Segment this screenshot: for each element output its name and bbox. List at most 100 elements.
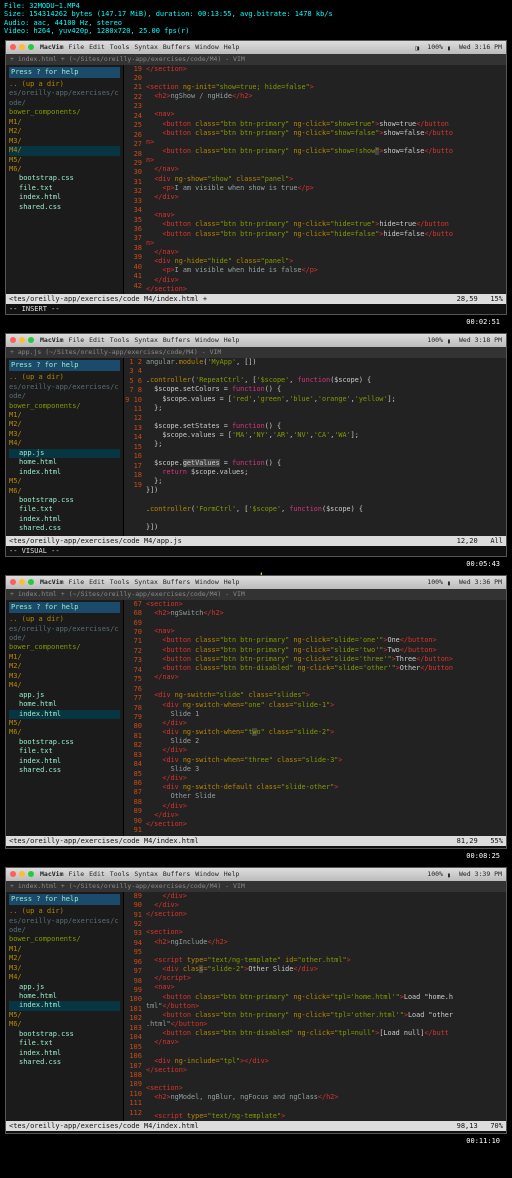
menu-file[interactable]: File [68,336,84,344]
app-menu[interactable]: MacVim File Edit Tools Syntax Buffers Wi… [40,43,239,51]
tree-dir[interactable]: M3/ [9,430,120,439]
app-menu[interactable]: MacVim File Edit Tools Syntax Buffers Wi… [40,870,239,878]
menu-file[interactable]: File [68,578,84,586]
tree-dir[interactable]: M5/ [9,156,120,165]
tree-dir[interactable]: M6/ [9,728,120,737]
tree-file[interactable]: app.js [9,449,120,458]
editor-2[interactable]: angular.module('MyApp', []) .controller(… [146,358,506,536]
tree-dir[interactable]: M5/ [9,1011,120,1020]
app-menu[interactable]: MacVim File Edit Tools Syntax Buffers Wi… [40,336,239,344]
menu-window[interactable]: Window [195,870,218,878]
parent-dir[interactable]: .. (up a dir) [9,373,120,382]
tree-file[interactable]: file.txt [9,505,120,514]
tree-dir[interactable]: M3/ [9,137,120,146]
tree-dir[interactable]: bower_components/ [9,935,120,944]
menu-tools[interactable]: Tools [110,870,130,878]
tree-file[interactable]: home.html [9,458,120,467]
tree-file[interactable]: shared.css [9,1058,120,1067]
vim-tab[interactable]: + index.html + (~/Sites/oreilly-app/exer… [6,589,506,600]
max-icon[interactable] [28,871,34,877]
tree-file[interactable]: index.html [9,468,120,477]
menu-edit[interactable]: Edit [89,43,105,51]
menu-buffers[interactable]: Buffers [163,43,190,51]
tree-dir[interactable]: M5/ [9,719,120,728]
tree-file[interactable]: bootstrap.css [9,738,120,747]
editor-3[interactable]: <section> <h2>ngSwitch</h2> <nav> <butto… [146,600,506,836]
menu-help[interactable]: Help [224,336,240,344]
max-icon[interactable] [28,44,34,50]
tree-dir[interactable]: M3/ [9,964,120,973]
close-icon[interactable] [10,44,16,50]
nerdtree[interactable]: Press ? for help .. (up a dir) es/oreill… [6,358,124,536]
tree-dir[interactable]: M2/ [9,954,120,963]
max-icon[interactable] [28,579,34,585]
parent-dir[interactable]: .. (up a dir) [9,615,120,624]
menu-buffers[interactable]: Buffers [163,870,190,878]
tree-dir[interactable]: M1/ [9,945,120,954]
tree-file[interactable]: file.txt [9,1039,120,1048]
tree-dir[interactable]: bower_components/ [9,402,120,411]
min-icon[interactable] [19,579,25,585]
tree-file[interactable]: shared.css [9,766,120,775]
tree-file[interactable]: bootstrap.css [9,174,120,183]
tree-dir[interactable]: bower_components/ [9,108,120,117]
tree-file[interactable]: index.html [9,757,120,766]
parent-dir[interactable]: .. (up a dir) [9,80,120,89]
close-icon[interactable] [10,871,16,877]
tree-dir[interactable]: M1/ [9,411,120,420]
menu-file[interactable]: File [68,43,84,51]
min-icon[interactable] [19,44,25,50]
menu-help[interactable]: Help [224,43,240,51]
menu-syntax[interactable]: Syntax [134,43,157,51]
tree-file[interactable]: shared.css [9,203,120,212]
menu-window[interactable]: Window [195,578,218,586]
nerdtree[interactable]: Press ? for help .. (up a dir) es/oreill… [6,892,124,1121]
tree-dir[interactable]: M1/ [9,118,120,127]
tree-file[interactable]: index.html [9,1001,120,1010]
menu-edit[interactable]: Edit [89,870,105,878]
tree-file[interactable]: shared.css [9,524,120,533]
parent-dir[interactable]: .. (up a dir) [9,907,120,916]
tree-dir-active[interactable]: M4/ [9,973,120,982]
nerdtree[interactable]: Press ? for help .. (up a dir) es/oreill… [6,65,124,294]
tree-dir[interactable]: M1/ [9,653,120,662]
vim-tab[interactable]: + index.html + (~/Sites/oreilly-app/exer… [6,54,506,65]
tree-file[interactable]: app.js [9,691,120,700]
menu-tools[interactable]: Tools [110,578,130,586]
menu-buffers[interactable]: Buffers [163,336,190,344]
tree-file[interactable]: index.html [9,193,120,202]
menu-window[interactable]: Window [195,43,218,51]
app-menu[interactable]: MacVim File Edit Tools Syntax Buffers Wi… [40,578,239,586]
tree-dir-active[interactable]: M4/ [9,146,120,155]
menu-window[interactable]: Window [195,336,218,344]
tree-dir[interactable]: M6/ [9,165,120,174]
tree-file[interactable]: bootstrap.css [9,1030,120,1039]
menu-syntax[interactable]: Syntax [134,578,157,586]
menu-syntax[interactable]: Syntax [134,336,157,344]
menu-tools[interactable]: Tools [110,336,130,344]
close-icon[interactable] [10,579,16,585]
tree-file[interactable]: file.txt [9,184,120,193]
menu-edit[interactable]: Edit [89,336,105,344]
vim-tab[interactable]: + index.html + (~/Sites/oreilly-app/exer… [6,881,506,892]
editor-4[interactable]: </div> </div> </section> <section> <h2>n… [146,892,506,1121]
menu-syntax[interactable]: Syntax [134,870,157,878]
editor-1[interactable]: </section> <section ng-init="show=true; … [146,65,506,294]
min-icon[interactable] [19,337,25,343]
max-icon[interactable] [28,337,34,343]
close-icon[interactable] [10,337,16,343]
tree-dir[interactable]: M3/ [9,672,120,681]
tree-dir[interactable]: M2/ [9,127,120,136]
menu-help[interactable]: Help [224,870,240,878]
tree-dir-active[interactable]: M4/ [9,681,120,690]
vim-tab[interactable]: + app.js (~/Sites/oreilly-app/exercises/… [6,347,506,358]
tree-dir-active[interactable]: M4/ [9,439,120,448]
min-icon[interactable] [19,871,25,877]
tree-dir[interactable]: bower_components/ [9,643,120,652]
menu-edit[interactable]: Edit [89,578,105,586]
menu-buffers[interactable]: Buffers [163,578,190,586]
tree-dir[interactable]: M6/ [9,487,120,496]
nerdtree[interactable]: Press ? for help .. (up a dir) es/oreill… [6,600,124,836]
tree-dir[interactable]: M2/ [9,662,120,671]
tree-file[interactable]: index.html [9,515,120,524]
